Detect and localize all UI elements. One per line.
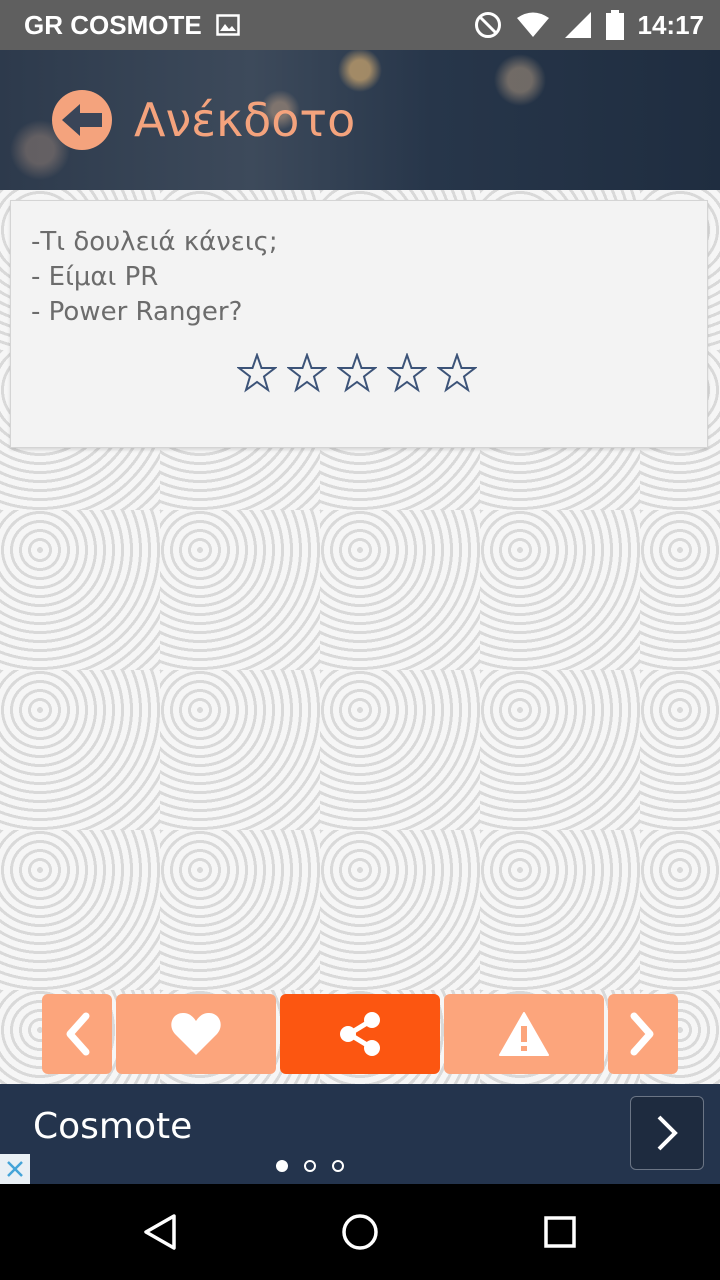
share-icon [340,1012,380,1056]
system-nav-bar [0,1184,720,1280]
ad-page-indicator [276,1160,344,1172]
ad-banner[interactable]: Cosmote [0,1084,720,1184]
heart-icon [171,1012,221,1055]
page-title: Ανέκδοτο [134,93,356,147]
nav-home-button[interactable] [340,1212,380,1252]
nav-recents-button[interactable] [540,1212,580,1252]
clock: 14:17 [637,9,705,40]
ad-next-button[interactable] [630,1096,704,1170]
previous-button[interactable] [42,994,112,1074]
joke-line: - Power Ranger? [31,297,243,327]
chevron-right-icon [630,1012,654,1056]
app-header: Ανέκδοτο [0,50,720,190]
page-dot [304,1160,316,1172]
status-bar: GR COSMOTE 14:17 [0,0,720,50]
back-triangle-icon [144,1214,176,1250]
status-right: 14:17 [474,9,705,41]
recents-square-icon [544,1216,576,1248]
joke-line: -Τι δουλειά κάνεις; [31,227,278,257]
close-icon [7,1161,23,1177]
joke-line: - Είμαι PR [31,262,159,292]
page-dot [332,1160,344,1172]
page-dot [276,1160,288,1172]
star-icon[interactable] [237,353,277,393]
chevron-right-icon [657,1115,678,1151]
wifi-icon [516,12,550,38]
home-circle-icon [342,1214,378,1250]
nav-back-button[interactable] [140,1212,180,1252]
report-button[interactable] [444,994,604,1074]
joke-text: -Τι δουλειά κάνεις; - Είμαι PR - Power R… [31,225,278,330]
image-icon [215,14,240,36]
rating-stars [237,353,477,393]
star-icon[interactable] [337,353,377,393]
carrier-name: GR COSMOTE [24,9,202,40]
arrow-left-icon [62,104,102,136]
ad-title: Cosmote [33,1106,193,1147]
chevron-left-icon [66,1012,90,1056]
do-not-disturb-icon [474,11,502,39]
favorite-button[interactable] [116,994,276,1074]
next-button[interactable] [608,994,678,1074]
star-icon[interactable] [387,353,427,393]
joke-card: -Τι δουλειά κάνεις; - Είμαι PR - Power R… [10,200,708,448]
action-bar [42,994,678,1074]
star-icon[interactable] [437,353,477,393]
signal-icon [564,11,592,39]
star-icon[interactable] [287,353,327,393]
warning-icon [499,1012,549,1056]
battery-icon [605,10,624,40]
share-button[interactable] [280,994,440,1074]
back-button[interactable] [52,90,112,150]
status-left: GR COSMOTE [24,10,240,41]
ad-close-button[interactable] [0,1154,30,1184]
